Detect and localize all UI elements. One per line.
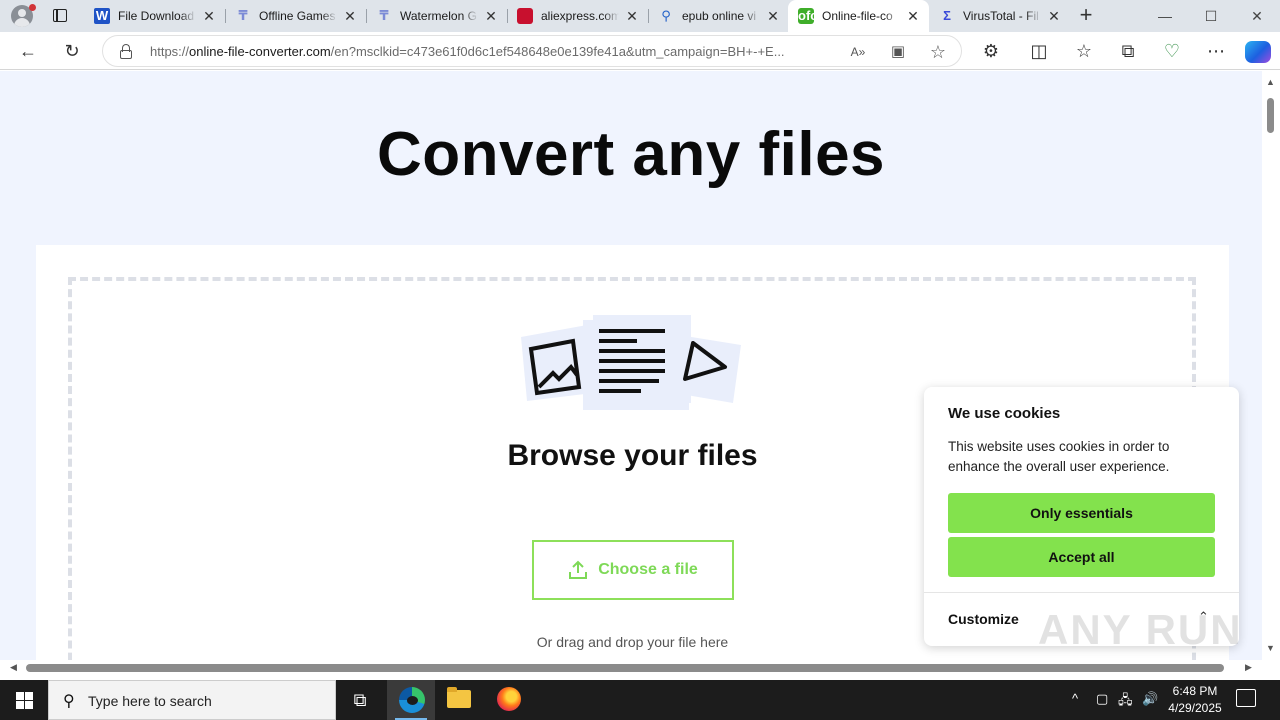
template-icon: ₸ <box>238 8 248 23</box>
page-title: Convert any files <box>376 120 886 189</box>
accept-all-button[interactable]: Accept all <box>948 537 1215 577</box>
tab-title: Watermelon G <box>400 9 477 23</box>
taskbar-firefox[interactable] <box>485 680 533 720</box>
tab-close-icon[interactable]: ✕ <box>1046 8 1062 24</box>
address-bar[interactable]: https://online-file-converter.com/en?msc… <box>102 35 962 67</box>
tab-close-icon[interactable]: ✕ <box>201 8 217 24</box>
notification-center-icon[interactable] <box>1236 689 1256 707</box>
immersive-reader-icon[interactable]: ▣ <box>887 41 909 63</box>
only-essentials-button[interactable]: Only essentials <box>948 493 1215 533</box>
url-path: /en?msclkid=c473e61f0d6c1ef548648e0e139f… <box>330 44 785 59</box>
maximize-button[interactable]: ☐ <box>1188 0 1234 32</box>
scroll-up-icon[interactable]: ▲ <box>1266 77 1275 87</box>
network-icon[interactable]: 🖧 <box>1118 691 1133 713</box>
favorites-icon[interactable]: ☆ <box>1070 37 1098 65</box>
template-icon: ₸ <box>379 8 389 23</box>
profile-avatar-icon[interactable] <box>8 4 36 28</box>
clock-time: 6:48 PM <box>1172 684 1218 698</box>
cookie-title: We use cookies <box>948 405 1061 422</box>
task-view-icon[interactable]: ⧉ <box>336 680 384 720</box>
upload-icon <box>569 560 588 579</box>
browser-essentials-icon[interactable]: ♡ <box>1158 37 1186 65</box>
tab-title: VirusTotal - Fil <box>963 9 1039 23</box>
tab-title: Online-file-co <box>822 9 893 23</box>
taskbar-edge[interactable] <box>387 680 435 720</box>
windows-start-icon[interactable] <box>0 680 48 720</box>
tab-title: epub online vi <box>682 9 757 23</box>
scroll-left-icon[interactable]: ◀ <box>10 662 17 673</box>
tab-file-download[interactable]: W File Download ✕ <box>84 0 226 32</box>
more-menu-icon[interactable]: ⋯ <box>1202 37 1230 65</box>
extensions-icon[interactable]: ⚙ <box>977 37 1005 65</box>
lock-icon[interactable] <box>120 44 132 59</box>
horizontal-scrollbar[interactable]: ◀ ▶ <box>0 660 1262 676</box>
search-icon: ⚲ <box>661 8 671 23</box>
aliexpress-icon <box>517 8 533 24</box>
online-file-converter-icon: ofc <box>798 8 818 24</box>
tray-chevron-icon[interactable]: ^ <box>1072 691 1078 706</box>
url-scheme: https:// <box>150 44 190 59</box>
tab-actions-icon[interactable] <box>50 6 70 26</box>
tab-close-icon[interactable]: ✕ <box>624 8 640 24</box>
read-aloud-icon[interactable]: A» <box>847 41 869 63</box>
scrollbar-corner <box>1262 660 1280 676</box>
horizontal-scroll-thumb[interactable] <box>26 664 1224 672</box>
collections-icon[interactable]: ⧉ <box>1114 37 1142 65</box>
tab-title: Offline Games <box>259 9 336 23</box>
tab-offline-games[interactable]: ₸ Offline Games ✕ <box>225 0 367 32</box>
vertical-scrollbar[interactable]: ▲ ▼ <box>1262 71 1280 660</box>
taskbar-file-explorer[interactable] <box>435 680 483 720</box>
customize-toggle[interactable]: Customize <box>948 611 1019 627</box>
tray-device-icon[interactable]: ▢ <box>1096 691 1108 707</box>
tab-title: File Download <box>118 9 195 23</box>
tab-title: aliexpress.com <box>541 9 619 23</box>
file-types-illustration-icon <box>521 315 741 410</box>
tab-close-icon[interactable]: ✕ <box>342 8 358 24</box>
split-screen-icon[interactable]: ◫ <box>1025 37 1053 65</box>
folder-icon <box>447 687 471 708</box>
taskbar-clock[interactable]: 6:48 PM 4/29/2025 <box>1162 683 1228 717</box>
taskbar: ⚲ Type here to search ⧉ ^ ▢ 🖧 🔊 6:48 PM … <box>0 680 1280 720</box>
anyrun-watermark: ANY RUN <box>1038 606 1243 653</box>
url-host: online-file-converter.com <box>189 44 331 59</box>
firefox-icon <box>497 687 521 711</box>
virustotal-icon: Σ <box>943 8 951 23</box>
scroll-right-icon[interactable]: ▶ <box>1245 662 1252 673</box>
tab-online-file-converter[interactable]: ofc Online-file-co ✕ <box>788 0 929 32</box>
choose-file-button[interactable]: Choose a file <box>532 540 734 600</box>
tab-close-icon[interactable]: ✕ <box>765 8 781 24</box>
cookie-divider <box>924 592 1239 593</box>
window-close-button[interactable]: ✕ <box>1234 0 1280 32</box>
favorite-star-icon[interactable]: ☆ <box>927 41 949 63</box>
scroll-down-icon[interactable]: ▼ <box>1266 643 1275 653</box>
volume-icon[interactable]: 🔊 <box>1142 691 1158 707</box>
refresh-icon[interactable]: ↻ <box>58 37 86 65</box>
taskbar-search-placeholder: Type here to search <box>88 693 212 709</box>
edge-icon <box>399 687 425 713</box>
tab-watermelon[interactable]: ₸ Watermelon G ✕ <box>366 0 508 32</box>
notification-dot <box>29 4 36 11</box>
tab-close-icon[interactable]: ✕ <box>483 8 499 24</box>
clock-date: 4/29/2025 <box>1168 701 1222 715</box>
choose-file-label: Choose a file <box>598 561 698 578</box>
cookie-text: This website uses cookies in order to en… <box>948 439 1170 474</box>
tab-virustotal[interactable]: Σ VirusTotal - Fil ✕ <box>929 0 1070 32</box>
tab-epub-search[interactable]: ⚲ epub online vi ✕ <box>648 0 789 32</box>
url-text[interactable]: https://online-file-converter.com/en?msc… <box>150 44 840 59</box>
word-doc-icon: W <box>94 8 110 24</box>
taskbar-search[interactable]: ⚲ Type here to search <box>48 680 336 720</box>
back-icon[interactable]: ← <box>14 37 42 65</box>
browser-toolbar: ← ↻ https://online-file-converter.com/en… <box>0 32 1280 70</box>
copilot-icon[interactable] <box>1245 41 1271 63</box>
tab-strip: W File Download ✕ ₸ Offline Games ✕ ₸ Wa… <box>0 0 1280 32</box>
tab-close-icon[interactable]: ✕ <box>905 8 921 24</box>
tab-aliexpress[interactable]: aliexpress.com ✕ <box>507 0 649 32</box>
new-tab-button[interactable]: + <box>1074 4 1098 27</box>
vertical-scroll-thumb[interactable] <box>1267 98 1274 133</box>
search-icon: ⚲ <box>63 693 75 710</box>
minimize-button[interactable]: — <box>1142 0 1188 32</box>
